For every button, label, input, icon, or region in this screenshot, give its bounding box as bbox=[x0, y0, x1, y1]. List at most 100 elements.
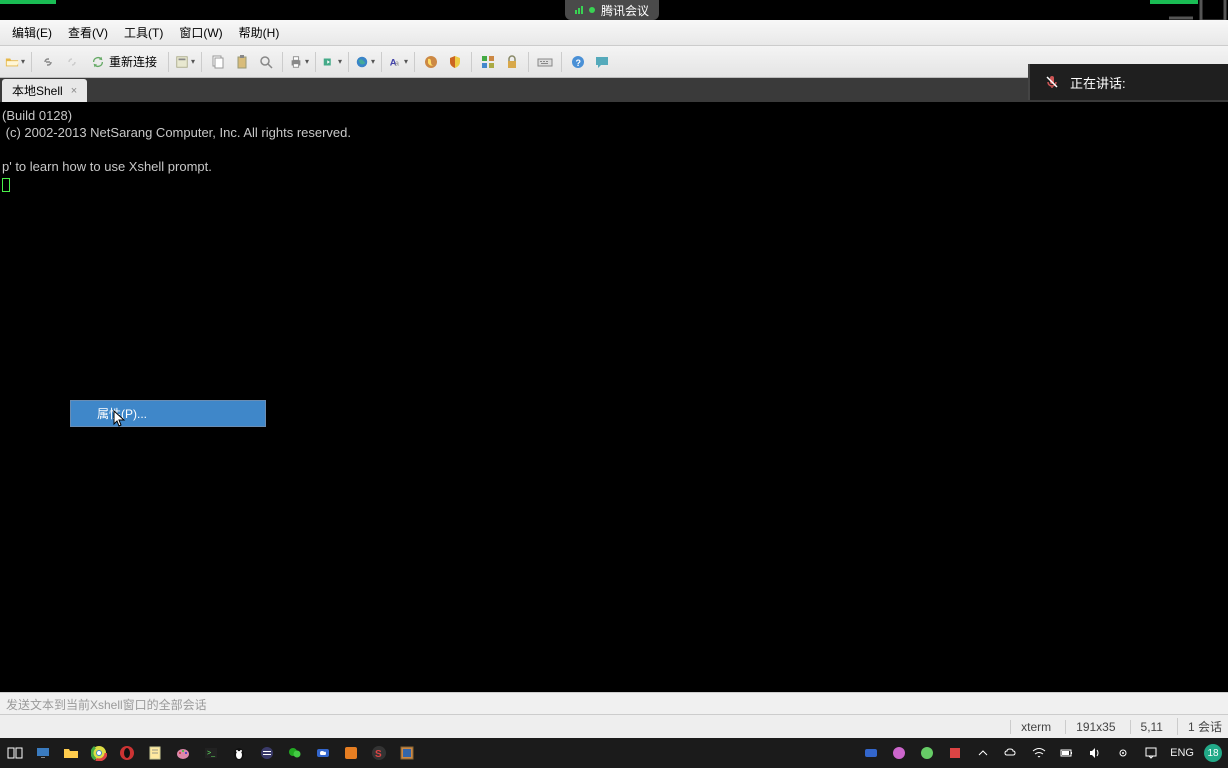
keyboard-button[interactable] bbox=[534, 51, 556, 73]
broadcast-input[interactable]: 发送文本到当前Xshell窗口的全部会话 bbox=[0, 692, 1228, 714]
speaking-label: 正在讲话: bbox=[1070, 73, 1126, 92]
window-controls bbox=[1166, 0, 1228, 18]
svg-text:>_: >_ bbox=[207, 750, 215, 757]
lock-button[interactable] bbox=[501, 51, 523, 73]
signal-icon bbox=[575, 6, 583, 14]
tray-cloud-icon[interactable] bbox=[1002, 744, 1020, 762]
tile-button[interactable] bbox=[477, 51, 499, 73]
tray-volume-icon[interactable] bbox=[1086, 744, 1104, 762]
task-view-icon[interactable] bbox=[6, 744, 24, 762]
terminal-line: (c) 2002-2013 NetSarang Computer, Inc. A… bbox=[2, 125, 351, 140]
tray-clock[interactable]: 18 bbox=[1204, 744, 1222, 762]
paste-button[interactable] bbox=[231, 51, 253, 73]
tray-app-1[interactable] bbox=[862, 744, 880, 762]
taskbar-app-orange[interactable] bbox=[342, 744, 360, 762]
svg-text:a: a bbox=[395, 60, 399, 67]
properties-button[interactable] bbox=[174, 51, 196, 73]
tray-battery-icon[interactable] bbox=[1058, 744, 1076, 762]
taskbar-left: >_ S bbox=[6, 744, 416, 762]
meeting-notification[interactable]: 腾讯会议 bbox=[565, 0, 659, 20]
taskbar-app-xshell[interactable]: S bbox=[370, 744, 388, 762]
status-dot-icon bbox=[589, 7, 595, 13]
taskbar-app-penguin[interactable] bbox=[230, 744, 248, 762]
taskbar-app-paint[interactable] bbox=[174, 744, 192, 762]
tray-location-icon[interactable] bbox=[1114, 744, 1132, 762]
tray-chevron-icon[interactable] bbox=[974, 744, 992, 762]
separator bbox=[31, 52, 32, 72]
menu-window[interactable]: 窗口(W) bbox=[171, 21, 230, 44]
font-button[interactable]: Aa bbox=[387, 51, 409, 73]
reconnect-button[interactable]: 重新连接 bbox=[85, 51, 163, 73]
print-button[interactable] bbox=[288, 51, 310, 73]
taskbar-app-opera[interactable] bbox=[118, 744, 136, 762]
taskbar-app-vm[interactable] bbox=[398, 744, 416, 762]
separator bbox=[471, 52, 472, 72]
taskbar-app-wechat[interactable] bbox=[286, 744, 304, 762]
tab-local-shell[interactable]: 本地Shell × bbox=[2, 79, 87, 102]
status-sessions: 1 会话 bbox=[1177, 718, 1222, 735]
link-button[interactable] bbox=[37, 51, 59, 73]
tray-app-2[interactable] bbox=[890, 744, 908, 762]
separator bbox=[528, 52, 529, 72]
tray-app-3[interactable] bbox=[918, 744, 936, 762]
mouse-cursor-icon bbox=[113, 410, 127, 428]
maximize-button[interactable] bbox=[1198, 0, 1228, 18]
terminal-line: (Build 0128) bbox=[2, 108, 72, 123]
status-size: 191x35 bbox=[1065, 720, 1115, 734]
tab-close-icon[interactable]: × bbox=[71, 85, 77, 97]
tray-wifi-icon[interactable] bbox=[1030, 744, 1048, 762]
reconnect-label: 重新连接 bbox=[109, 53, 157, 70]
tray-language[interactable]: ENG bbox=[1170, 747, 1194, 759]
taskbar-app-chrome[interactable] bbox=[90, 744, 108, 762]
separator bbox=[561, 52, 562, 72]
system-tray: ENG 18 bbox=[862, 744, 1222, 762]
terminal-output[interactable]: (Build 0128) (c) 2002-2013 NetSarang Com… bbox=[0, 102, 1228, 692]
separator bbox=[282, 52, 283, 72]
transfer-button[interactable] bbox=[321, 51, 343, 73]
menu-tools[interactable]: 工具(T) bbox=[116, 21, 171, 44]
accent-bar-left bbox=[0, 0, 56, 4]
terminal-line: p' to learn how to use Xshell prompt. bbox=[2, 159, 212, 174]
status-bar: xterm 191x35 5,11 1 会话 bbox=[0, 714, 1228, 738]
chat-button[interactable] bbox=[591, 51, 613, 73]
tab-label: 本地Shell bbox=[12, 82, 63, 99]
menu-help[interactable]: 帮助(H) bbox=[231, 21, 288, 44]
separator bbox=[168, 52, 169, 72]
tray-app-4[interactable] bbox=[946, 744, 964, 762]
taskbar-app-terminal[interactable]: >_ bbox=[202, 744, 220, 762]
separator bbox=[414, 52, 415, 72]
status-term: xterm bbox=[1010, 720, 1051, 734]
taskbar: >_ S ENG 18 bbox=[0, 738, 1228, 768]
separator bbox=[381, 52, 382, 72]
menu-bar: 编辑(E) 查看(V) 工具(T) 窗口(W) 帮助(H) bbox=[0, 20, 1228, 46]
find-button[interactable] bbox=[255, 51, 277, 73]
status-position: 5,11 bbox=[1130, 720, 1163, 734]
taskbar-app-eclipse[interactable] bbox=[258, 744, 276, 762]
separator bbox=[348, 52, 349, 72]
taskbar-app-notes[interactable] bbox=[146, 744, 164, 762]
globe-button[interactable] bbox=[354, 51, 376, 73]
open-button[interactable] bbox=[4, 51, 26, 73]
refresh-icon bbox=[91, 55, 105, 69]
separator bbox=[201, 52, 202, 72]
help-button[interactable]: ? bbox=[567, 51, 589, 73]
terminal-cursor bbox=[2, 178, 10, 192]
svg-text:?: ? bbox=[576, 58, 582, 68]
menu-view[interactable]: 查看(V) bbox=[60, 21, 116, 44]
copy-button[interactable] bbox=[207, 51, 229, 73]
tray-notification-icon[interactable] bbox=[1142, 744, 1160, 762]
separator bbox=[315, 52, 316, 72]
unlink-button[interactable] bbox=[61, 51, 83, 73]
context-menu-properties[interactable]: 属性(P)... bbox=[71, 401, 265, 426]
speaking-indicator[interactable]: 正在讲话: bbox=[1028, 64, 1228, 100]
script-button[interactable] bbox=[420, 51, 442, 73]
broadcast-placeholder: 发送文本到当前Xshell窗口的全部会话 bbox=[6, 698, 207, 712]
menu-edit[interactable]: 编辑(E) bbox=[4, 21, 60, 44]
taskbar-app-explorer[interactable] bbox=[62, 744, 80, 762]
taskbar-app-desktop[interactable] bbox=[34, 744, 52, 762]
minimize-button[interactable] bbox=[1166, 0, 1196, 18]
shield-button[interactable] bbox=[444, 51, 466, 73]
taskbar-app-cloud[interactable] bbox=[314, 744, 332, 762]
context-menu: 属性(P)... bbox=[70, 400, 266, 427]
mic-muted-icon bbox=[1044, 74, 1060, 90]
